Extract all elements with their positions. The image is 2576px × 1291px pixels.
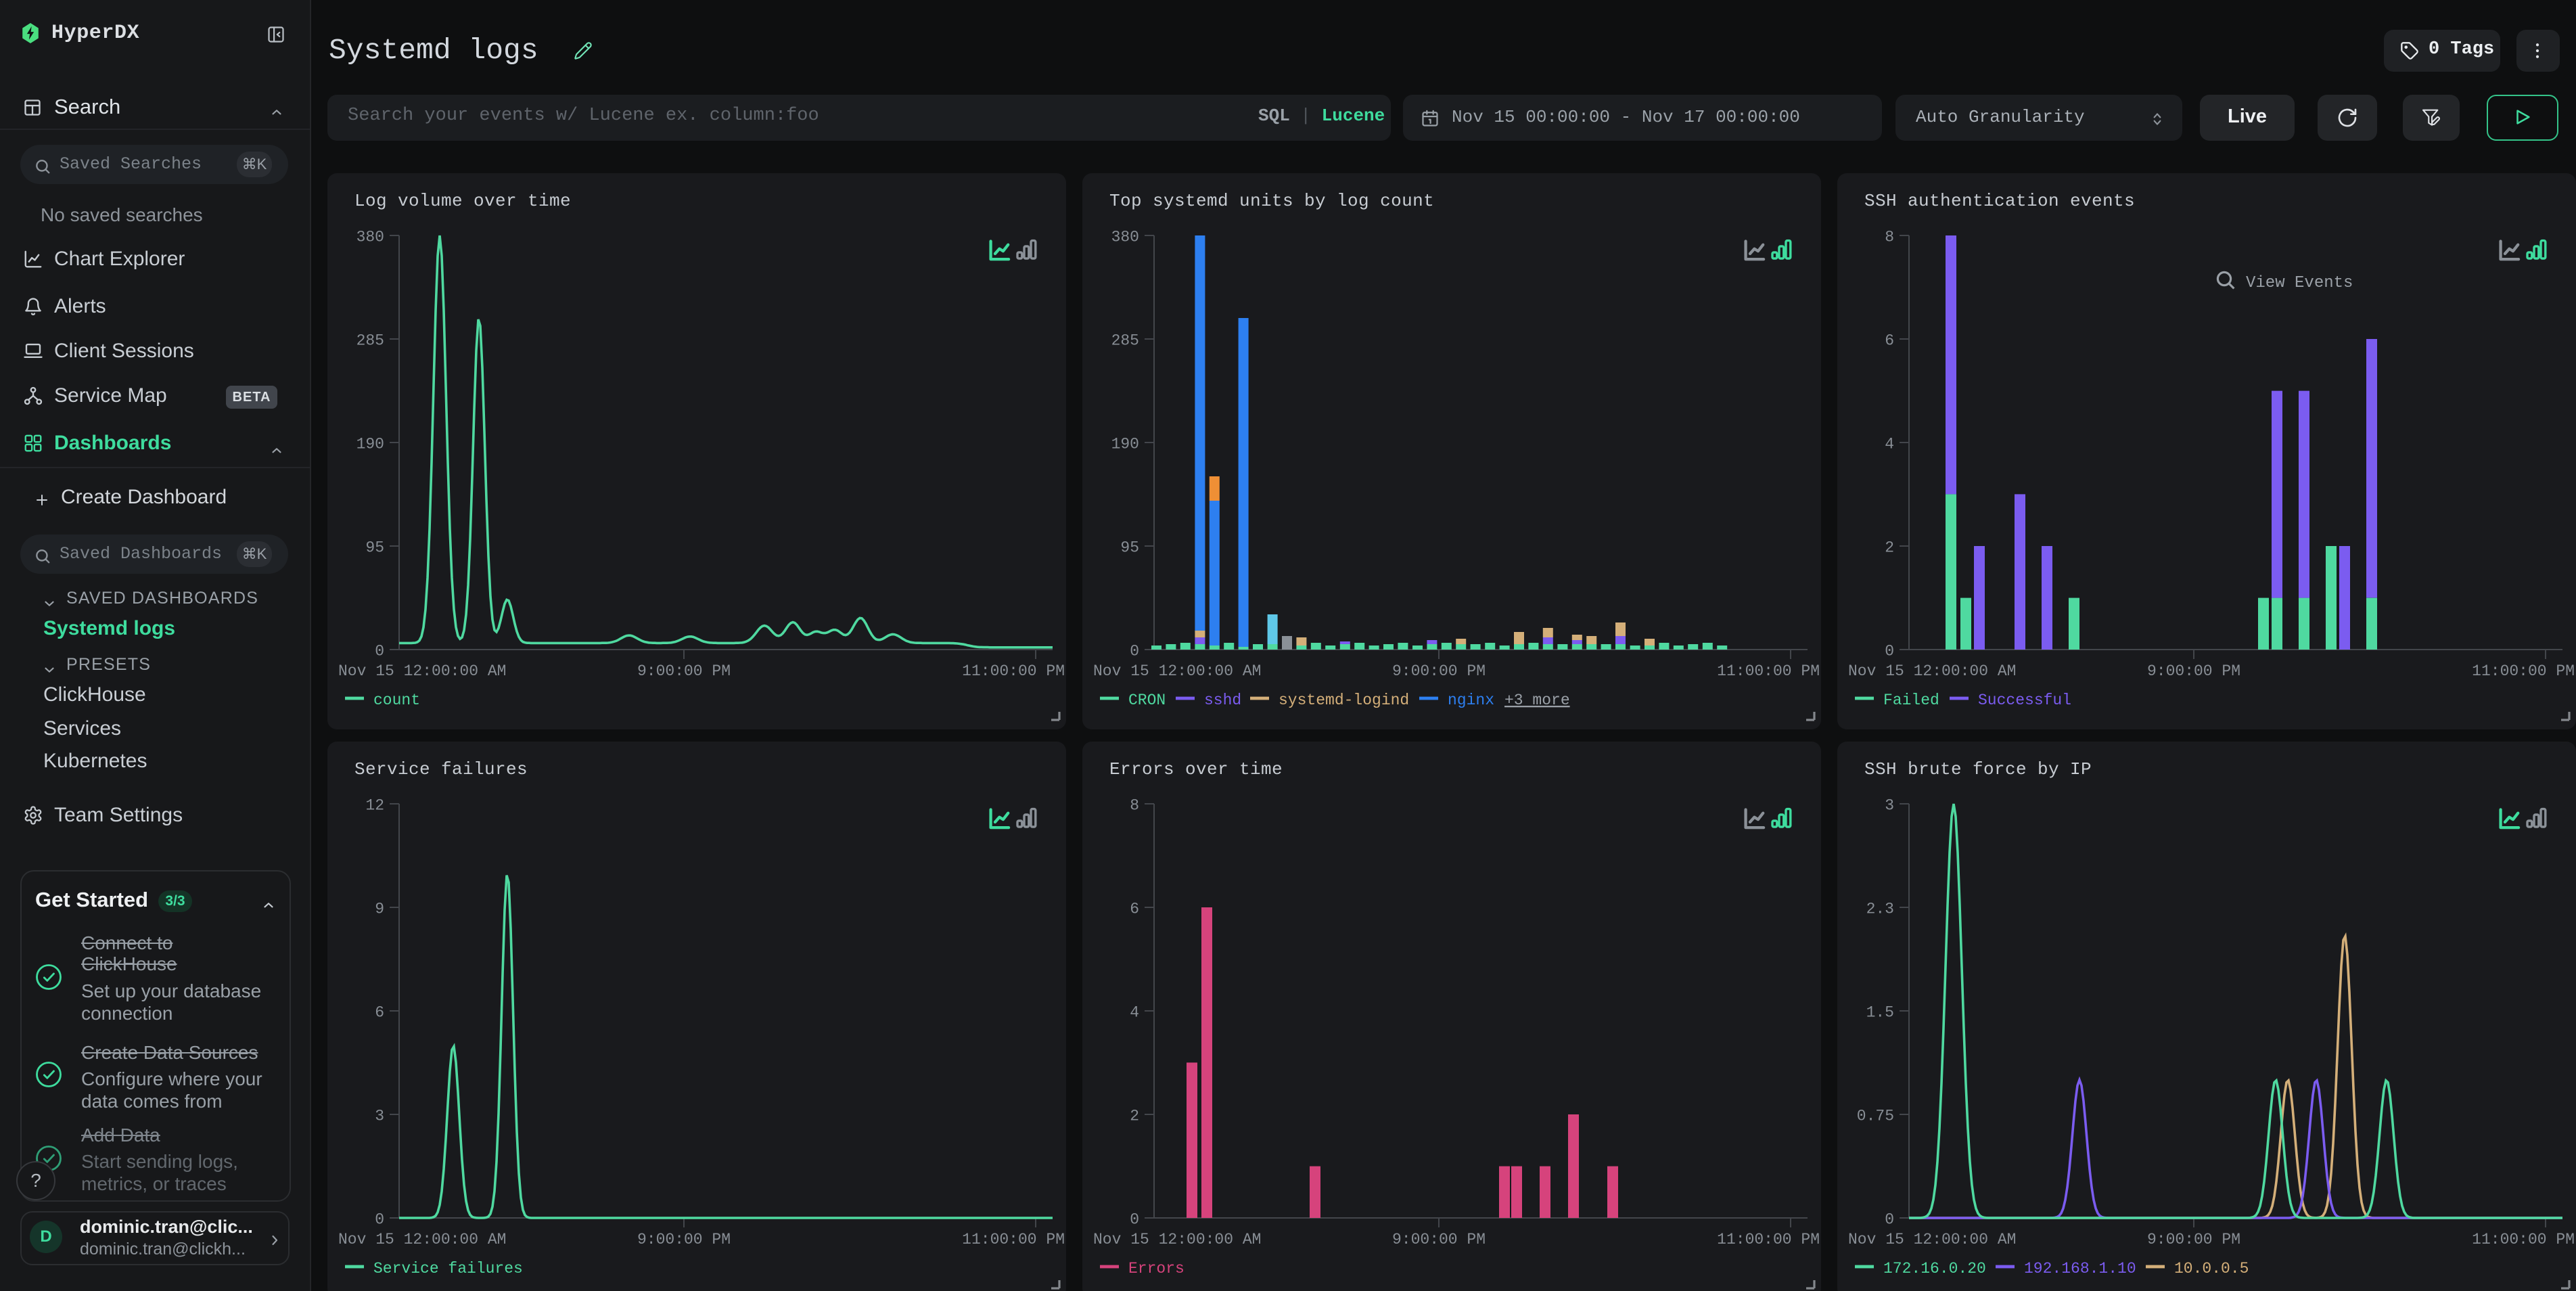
svg-text:95: 95 <box>1120 539 1139 556</box>
svg-text:0: 0 <box>375 1210 384 1228</box>
svg-text:Nov 15 12:00:00 AM: Nov 15 12:00:00 AM <box>338 662 506 680</box>
svg-text:9:00:00 PM: 9:00:00 PM <box>2147 662 2240 680</box>
svg-text:0: 0 <box>1885 642 1894 660</box>
svg-text:Nov 15 12:00:00 AM: Nov 15 12:00:00 AM <box>1848 1231 2016 1248</box>
svg-text:Nov 15 12:00:00 AM: Nov 15 12:00:00 AM <box>1848 662 2016 680</box>
svg-text:12: 12 <box>365 796 384 814</box>
svg-text:6: 6 <box>375 1003 384 1021</box>
svg-text:380: 380 <box>356 228 384 246</box>
svg-text:Nov 15 12:00:00 AM: Nov 15 12:00:00 AM <box>338 1231 506 1248</box>
svg-text:count: count <box>373 692 420 709</box>
svg-text:6: 6 <box>1130 900 1139 918</box>
svg-text:9: 9 <box>375 900 384 918</box>
svg-text:11:00:00 PM: 11:00:00 PM <box>962 1231 1065 1248</box>
svg-text:Errors: Errors <box>1128 1260 1184 1277</box>
svg-text:Nov 15 12:00:00 AM: Nov 15 12:00:00 AM <box>1093 662 1261 680</box>
svg-text:380: 380 <box>1111 228 1139 246</box>
svg-text:Nov 15 12:00:00 AM: Nov 15 12:00:00 AM <box>1093 1231 1261 1248</box>
svg-text:8: 8 <box>1130 796 1139 814</box>
svg-text:0: 0 <box>1130 1210 1139 1228</box>
svg-text:10.0.0.5: 10.0.0.5 <box>2174 1260 2249 1277</box>
svg-text:11:00:00 PM: 11:00:00 PM <box>1717 1231 1820 1248</box>
svg-text:11:00:00 PM: 11:00:00 PM <box>2472 1231 2575 1248</box>
svg-text:9:00:00 PM: 9:00:00 PM <box>2147 1231 2240 1248</box>
svg-text:95: 95 <box>365 539 384 556</box>
svg-text:8: 8 <box>1885 228 1894 246</box>
svg-text:2.3: 2.3 <box>1866 900 1894 918</box>
svg-text:View Events: View Events <box>2246 274 2353 292</box>
svg-text:0: 0 <box>1130 642 1139 660</box>
svg-text:9:00:00 PM: 9:00:00 PM <box>637 1231 731 1248</box>
svg-text:3: 3 <box>375 1107 384 1125</box>
svg-text:6: 6 <box>1885 332 1894 349</box>
svg-text:sshd: sshd <box>1204 692 1241 709</box>
svg-text:4: 4 <box>1885 435 1894 453</box>
svg-text:0: 0 <box>1885 1210 1894 1228</box>
svg-text:0: 0 <box>375 642 384 660</box>
svg-text:0.75: 0.75 <box>1857 1107 1894 1125</box>
svg-text:9:00:00 PM: 9:00:00 PM <box>637 662 731 680</box>
svg-text:+3 more: +3 more <box>1504 692 1570 709</box>
svg-text:1.5: 1.5 <box>1866 1003 1894 1021</box>
svg-text:2: 2 <box>1130 1107 1139 1125</box>
svg-text:11:00:00 PM: 11:00:00 PM <box>2472 662 2575 680</box>
svg-text:3: 3 <box>1885 796 1894 814</box>
svg-text:190: 190 <box>1111 435 1139 453</box>
svg-text:systemd-logind: systemd-logind <box>1279 692 1409 709</box>
svg-text:190: 190 <box>356 435 384 453</box>
svg-text:9:00:00 PM: 9:00:00 PM <box>1392 1231 1486 1248</box>
svg-text:11:00:00 PM: 11:00:00 PM <box>1717 662 1820 680</box>
svg-text:Failed: Failed <box>1883 692 1939 709</box>
svg-text:nginx: nginx <box>1448 692 1494 709</box>
svg-text:4: 4 <box>1130 1003 1139 1021</box>
svg-text:285: 285 <box>1111 332 1139 349</box>
svg-text:CRON: CRON <box>1128 692 1166 709</box>
svg-text:Successful: Successful <box>1978 692 2071 709</box>
svg-text:Service failures: Service failures <box>373 1260 523 1277</box>
svg-text:9:00:00 PM: 9:00:00 PM <box>1392 662 1486 680</box>
svg-text:2: 2 <box>1885 539 1894 556</box>
svg-text:285: 285 <box>356 332 384 349</box>
svg-text:11:00:00 PM: 11:00:00 PM <box>962 662 1065 680</box>
svg-text:192.168.1.10: 192.168.1.10 <box>2024 1260 2136 1277</box>
svg-text:172.16.0.20: 172.16.0.20 <box>1883 1260 1986 1277</box>
